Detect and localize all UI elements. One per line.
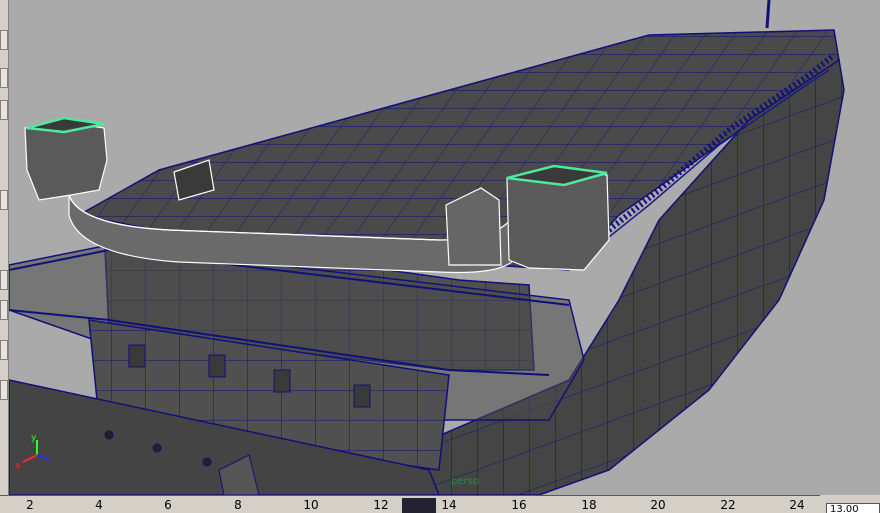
tick-label: 8 [234,498,242,512]
tick-label: 2 [26,498,34,512]
tick-label: 12 [373,498,389,512]
camera-label: persp [451,476,479,487]
tool-icon[interactable] [0,68,8,88]
tool-icon[interactable] [0,100,8,120]
tick-label: 18 [581,498,597,512]
tool-icon[interactable] [0,380,8,400]
svg-text:y: y [31,433,37,443]
tick-label: 16 [511,498,527,512]
tick-label: 14 [441,498,457,512]
current-time-field[interactable]: 13.00 [826,503,880,513]
tick-label: 6 [164,498,172,512]
tool-icon[interactable] [0,30,8,50]
shelf-strip [0,0,9,495]
current-time-area: 13.00 [820,495,880,513]
tick-label: 20 [650,498,666,512]
svg-text:z: z [49,459,54,469]
tool-icon[interactable] [0,190,8,210]
tick-label: 4 [95,498,103,512]
time-slider[interactable]: 2 4 6 8 10 12 14 16 18 20 22 24 [0,495,820,513]
ship-model-render[interactable]: y x z persp [9,0,880,495]
left-corner-post [24,121,108,201]
svg-text:x: x [15,461,21,471]
tick-label: 24 [789,498,805,512]
perspective-viewport[interactable]: y x z persp [9,0,880,495]
tick-label: 22 [720,498,736,512]
tool-icon[interactable] [0,270,8,290]
tool-icon[interactable] [0,300,8,320]
current-frame-marker[interactable] [402,498,436,513]
tick-label: 10 [303,498,319,512]
tool-icon[interactable] [0,340,8,360]
